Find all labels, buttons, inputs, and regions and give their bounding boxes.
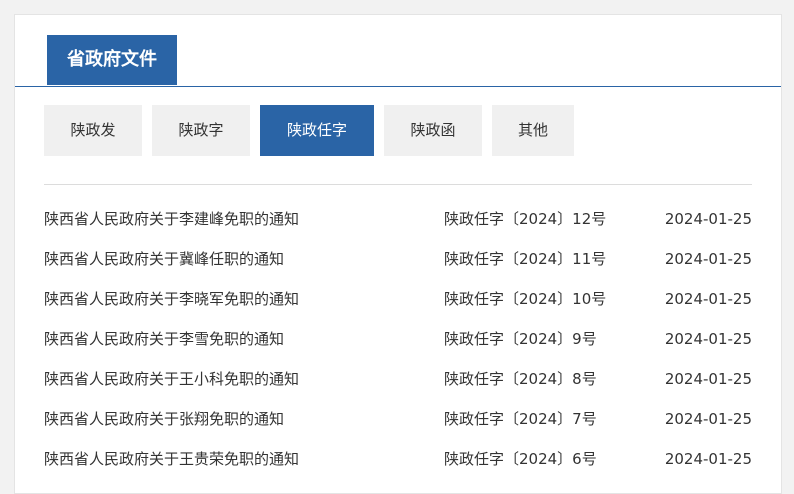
document-number: 陕政任字〔2024〕10号 (444, 290, 607, 308)
document-number: 陕政任字〔2024〕8号 (444, 370, 597, 388)
document-date: 2024-01-25 (664, 290, 752, 308)
document-row: 陕西省人民政府关于张翔免职的通知 陕政任字〔2024〕7号 2024-01-25 (44, 399, 752, 439)
document-row: 陕西省人民政府关于王贵荣免职的通知 陕政任字〔2024〕6号 2024-01-2… (44, 439, 752, 479)
document-number: 陕政任字〔2024〕9号 (444, 330, 597, 348)
tab-other[interactable]: 其他 (492, 105, 574, 156)
document-title-link[interactable]: 陕西省人民政府关于张翔免职的通知 (44, 399, 284, 439)
document-title-link[interactable]: 陕西省人民政府关于李雪免职的通知 (44, 319, 284, 359)
document-row: 陕西省人民政府关于冀峰任职的通知 陕政任字〔2024〕11号 2024-01-2… (44, 239, 752, 279)
document-number: 陕政任字〔2024〕6号 (444, 450, 597, 468)
document-title-link[interactable]: 陕西省人民政府关于李晓军免职的通知 (44, 279, 299, 319)
panel-title: 省政府文件 (47, 35, 177, 85)
document-row: 陕西省人民政府关于王小科免职的通知 陕政任字〔2024〕8号 2024-01-2… (44, 359, 752, 399)
document-number: 陕政任字〔2024〕12号 (444, 210, 607, 228)
document-title-link[interactable]: 陕西省人民政府关于李建峰免职的通知 (44, 199, 299, 239)
document-list: 陕西省人民政府关于李建峰免职的通知 陕政任字〔2024〕12号 2024-01-… (44, 199, 752, 479)
document-date: 2024-01-25 (664, 370, 752, 388)
document-title-link[interactable]: 陕西省人民政府关于王贵荣免职的通知 (44, 439, 299, 479)
tab-shaan-zheng-zi[interactable]: 陕政字 (152, 105, 250, 156)
document-row: 陕西省人民政府关于李建峰免职的通知 陕政任字〔2024〕12号 2024-01-… (44, 199, 752, 239)
document-row: 陕西省人民政府关于李晓军免职的通知 陕政任字〔2024〕10号 2024-01-… (44, 279, 752, 319)
list-divider (44, 184, 752, 185)
tab-shaan-zheng-han[interactable]: 陕政函 (384, 105, 482, 156)
document-date: 2024-01-25 (664, 450, 752, 468)
document-title-link[interactable]: 陕西省人民政府关于王小科免职的通知 (44, 359, 299, 399)
document-date: 2024-01-25 (664, 410, 752, 428)
panel-header: 省政府文件 (15, 15, 781, 87)
document-number: 陕政任字〔2024〕11号 (444, 250, 607, 268)
document-row: 陕西省人民政府关于李雪免职的通知 陕政任字〔2024〕9号 2024-01-25 (44, 319, 752, 359)
document-date: 2024-01-25 (664, 210, 752, 228)
document-date: 2024-01-25 (664, 250, 752, 268)
tab-shaan-zheng-ren-zi[interactable]: 陕政任字 (260, 105, 374, 156)
document-date: 2024-01-25 (664, 330, 752, 348)
government-documents-panel: 省政府文件 陕政发 陕政字 陕政任字 陕政函 其他 陕西省人民政府关于李建峰免职… (14, 14, 782, 494)
document-number: 陕政任字〔2024〕7号 (444, 410, 597, 428)
tab-shaan-zheng-fa[interactable]: 陕政发 (44, 105, 142, 156)
document-title-link[interactable]: 陕西省人民政府关于冀峰任职的通知 (44, 239, 284, 279)
